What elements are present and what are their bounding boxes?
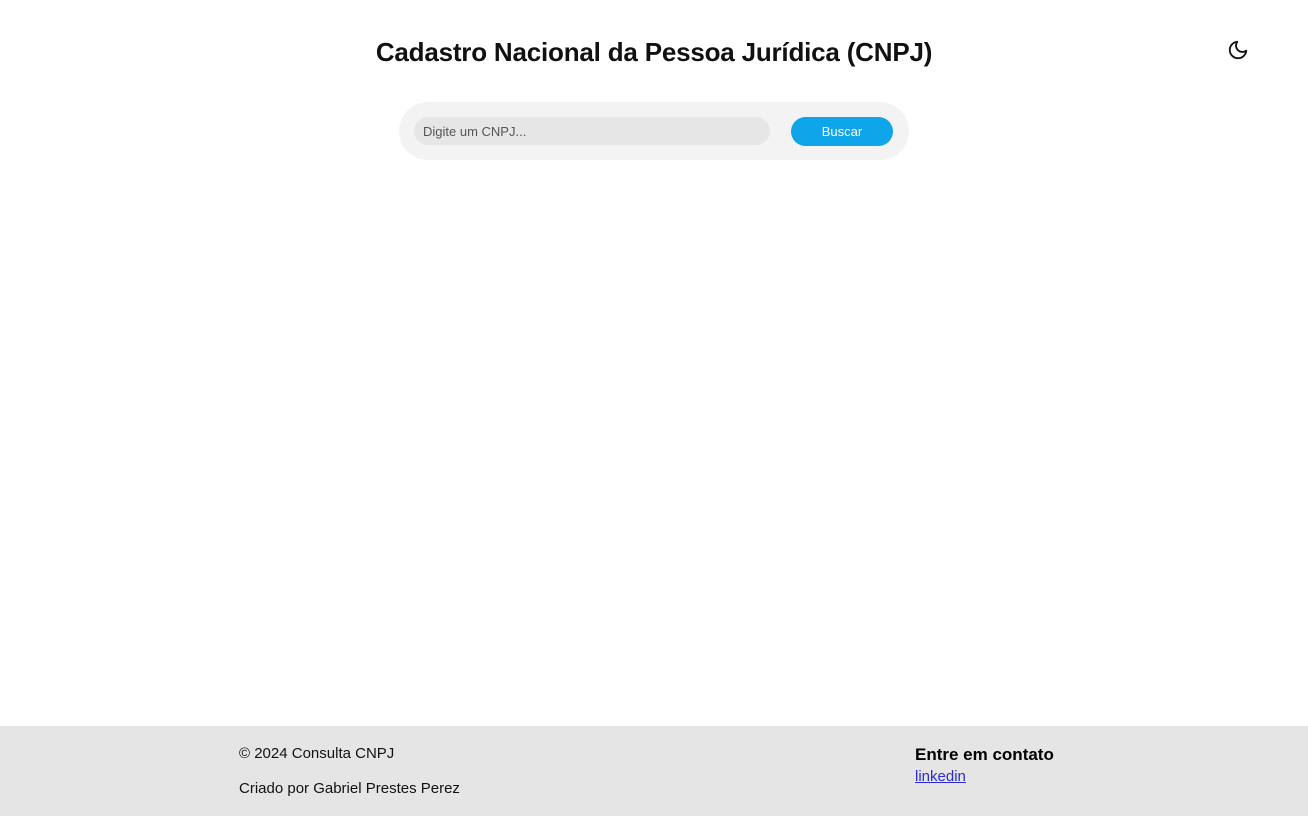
linkedin-link[interactable]: linkedin	[915, 767, 966, 787]
search-bar: Buscar	[399, 102, 909, 160]
moon-icon	[1227, 39, 1249, 64]
theme-toggle-button[interactable]	[1222, 36, 1254, 66]
credits-text: Criado por Gabriel Prestes Perez	[239, 780, 460, 797]
page-title: Cadastro Nacional da Pessoa Jurídica (CN…	[375, 37, 933, 67]
footer: © 2024 Consulta CNPJ Criado por Gabriel …	[0, 726, 1308, 816]
copyright-text: © 2024 Consulta CNPJ	[239, 745, 395, 762]
cnpj-search-input[interactable]	[414, 117, 770, 145]
search-button[interactable]: Buscar	[791, 117, 893, 146]
page: Cadastro Nacional da Pessoa Jurídica (CN…	[0, 0, 1308, 816]
contact-heading: Entre em contato	[915, 745, 1054, 764]
